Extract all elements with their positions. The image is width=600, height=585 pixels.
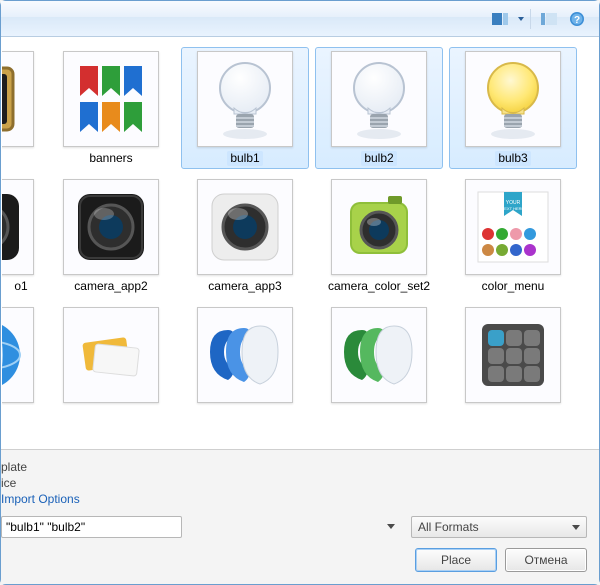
file-caption: bulb2 [361, 151, 396, 166]
thumbnail [1, 179, 34, 275]
thumbnail [465, 51, 561, 147]
file-item[interactable]: YOUR TEXT HERE color_menu [449, 175, 577, 297]
file-item[interactable]: bulb1 [181, 47, 309, 169]
file-dialog: ? [0, 0, 600, 585]
bottom-panel: plate ice Import Options All Formats Pla… [1, 449, 599, 584]
file-item[interactable]: o1 [1, 175, 41, 297]
file-caption: banners [89, 151, 132, 166]
thumbnail: YOUR TEXT HERE [465, 179, 561, 275]
file-caption: o1 [14, 279, 27, 294]
file-item[interactable] [315, 303, 443, 406]
thumbnail [63, 179, 159, 275]
view-options-button[interactable] [537, 8, 561, 30]
svg-text:TEXT HERE: TEXT HERE [502, 206, 525, 211]
chevron-down-icon[interactable] [387, 524, 395, 529]
chevron-down-icon [572, 525, 580, 530]
file-caption: camera_color_set2 [328, 279, 430, 294]
titlebar: ? [1, 1, 599, 37]
file-caption: camera_app2 [74, 279, 147, 294]
file-item[interactable]: bulb2 [315, 47, 443, 169]
file-item[interactable]: camera_app3 [181, 175, 309, 297]
file-item[interactable]: camera_color_set2 [315, 175, 443, 297]
thumbnail [465, 307, 561, 403]
file-item[interactable] [449, 303, 577, 406]
file-item[interactable] [1, 47, 41, 169]
thumbnail [197, 307, 293, 403]
thumbnail [1, 307, 34, 403]
toolbar-separator [530, 9, 531, 29]
option-line: plate [1, 460, 587, 474]
file-caption: color_menu [482, 279, 545, 294]
option-line: ice [1, 476, 587, 490]
thumbnail [197, 179, 293, 275]
thumbnail [63, 307, 159, 403]
filename-input[interactable] [1, 516, 182, 538]
preview-pane-button[interactable] [488, 8, 512, 30]
file-item[interactable] [1, 303, 41, 406]
file-item[interactable]: camera_app2 [47, 175, 175, 297]
dropdown-caret-icon[interactable] [518, 17, 524, 21]
file-caption: bulb1 [227, 151, 262, 166]
options-block: plate ice Import Options [1, 460, 587, 506]
file-grid-area[interactable]: banners bulb1 [1, 37, 599, 449]
file-item[interactable] [181, 303, 309, 406]
help-button[interactable]: ? [565, 8, 589, 30]
cancel-button[interactable]: Отмена [505, 548, 587, 572]
thumbnail [197, 51, 293, 147]
file-item[interactable]: bulb3 [449, 47, 577, 169]
import-options-link[interactable]: Import Options [1, 492, 587, 506]
file-type-select[interactable]: All Formats [411, 516, 587, 538]
place-button[interactable]: Place [415, 548, 497, 572]
thumbnail [63, 51, 159, 147]
thumbnail [331, 51, 427, 147]
file-caption: bulb3 [495, 151, 530, 166]
thumbnail [331, 307, 427, 403]
thumbnail [1, 51, 34, 147]
file-item[interactable]: banners [47, 47, 175, 169]
svg-text:?: ? [574, 15, 580, 26]
file-type-label: All Formats [418, 520, 479, 534]
file-item[interactable] [47, 303, 175, 406]
thumbnail [331, 179, 427, 275]
file-caption: camera_app3 [208, 279, 281, 294]
